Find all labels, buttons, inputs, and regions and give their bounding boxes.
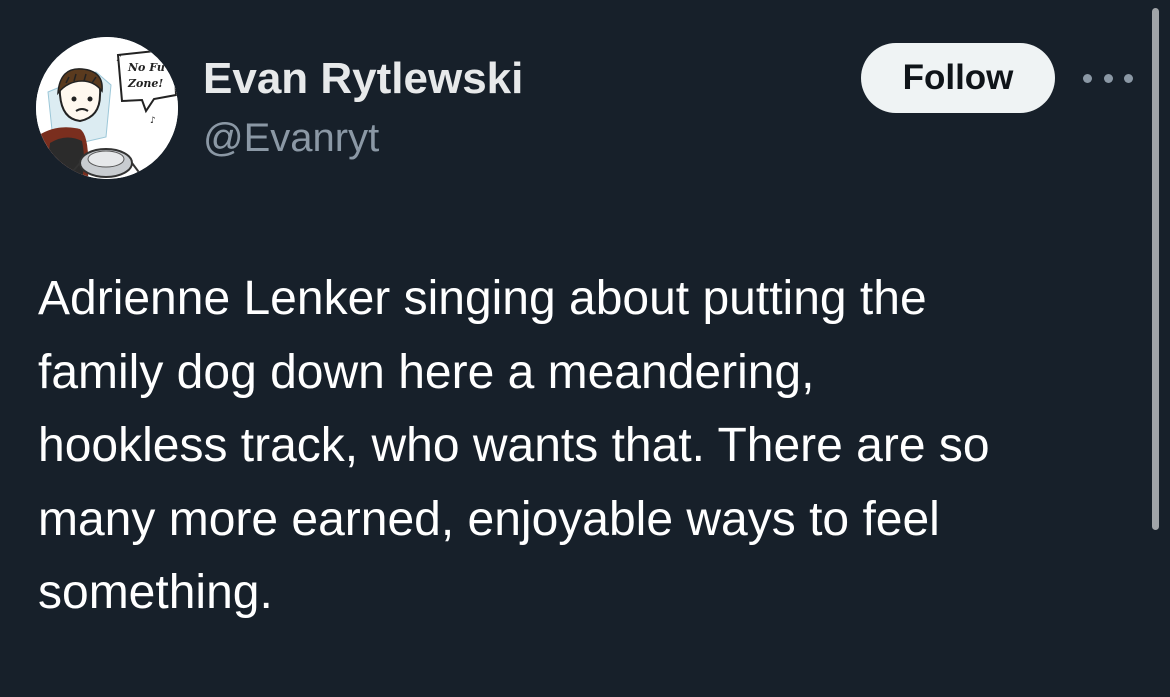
tweet-text-line: something. [38,566,273,619]
author-avatar[interactable]: No Fu Zone! ♪ ♪ [36,37,178,179]
svg-text:No Fu: No Fu [127,61,165,74]
svg-text:♪: ♪ [150,116,156,126]
tweet-text-line: hookless track, who wants that. There ar… [38,419,990,472]
author-display-name[interactable]: Evan Rytlewski [203,52,523,106]
more-dot [1124,73,1133,83]
tweet-card: No Fu Zone! ♪ ♪ Evan Rytlewski @Evanryt … [0,0,1170,697]
svg-text:Zone!: Zone! [127,77,163,90]
tweet-text-line: family dog down here a meandering, [38,345,815,399]
more-dot [1103,73,1113,83]
follow-button[interactable]: Follow [861,43,1055,113]
scrollbar[interactable] [1152,8,1159,530]
tweet-text: Adrienne Lenker singing about putting th… [38,262,1128,630]
tweet-text-line: Adrienne Lenker singing about putting th… [38,272,927,325]
svg-text:♪: ♪ [116,54,122,64]
cartoon-avatar-icon: No Fu Zone! ♪ ♪ [36,37,178,179]
author-handle[interactable]: @Evanryt [203,113,379,163]
more-options-icon[interactable] [1083,62,1133,94]
more-dot [1083,73,1092,83]
tweet-text-line: many more earned, enjoyable ways to feel [38,492,940,546]
